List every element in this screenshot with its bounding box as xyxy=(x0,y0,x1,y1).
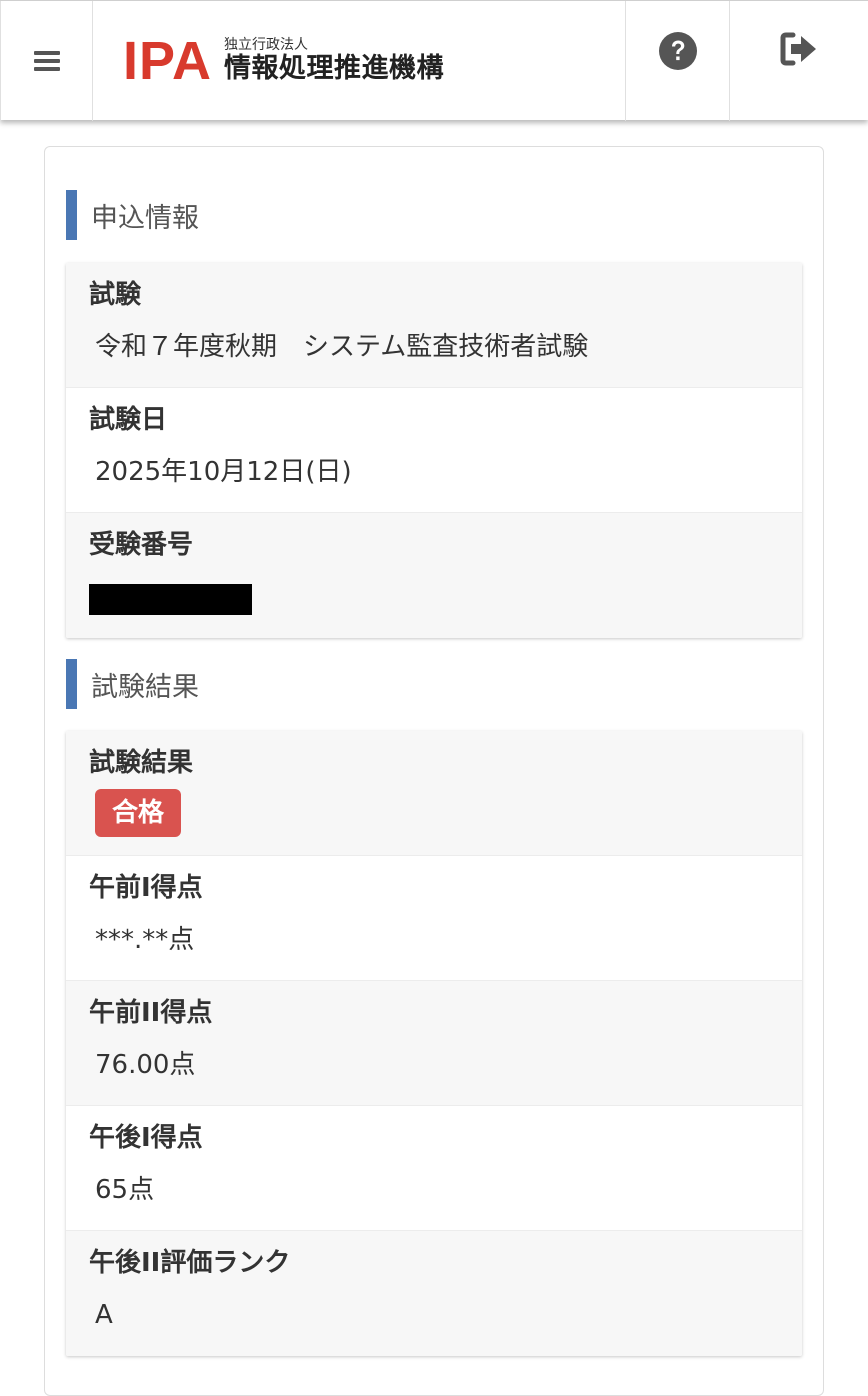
pass-badge: 合格 xyxy=(95,789,182,837)
logout-button[interactable] xyxy=(730,1,868,121)
exam-results-card: 試験結果 合格 午前I得点 ***.**点 午前II得点 76.00点 午後I得… xyxy=(66,731,802,1356)
am1-score-label: 午前I得点 xyxy=(89,873,203,903)
am2-score-value: 76.00点 xyxy=(95,1050,196,1080)
logo-mark: IPA xyxy=(123,31,213,91)
pm2-rank-value: A xyxy=(95,1300,113,1330)
top-navigation-bar: IPA 独立行政法人 情報処理推進機構 xyxy=(0,0,868,121)
examinee-number-label: 受験番号 xyxy=(89,530,194,560)
exam-results-heading: 試験結果 xyxy=(66,659,199,709)
result-label: 試験結果 xyxy=(89,748,194,778)
am1-score-value: ***.**点 xyxy=(95,925,195,955)
hamburger-menu-icon xyxy=(33,51,60,71)
sign-out-icon xyxy=(780,32,816,66)
pm2-rank-row: 午後II評価ランク A xyxy=(66,1231,802,1356)
ipa-logo: IPA 独立行政法人 情報処理推進機構 xyxy=(123,34,444,88)
pm2-rank-label: 午後II評価ランク xyxy=(89,1248,291,1278)
pm1-score-label: 午後I得点 xyxy=(89,1123,203,1153)
examinee-number-row: 受験番号 xyxy=(66,513,802,638)
exam-date-value: 2025年10月12日(日) xyxy=(95,457,352,487)
pm1-score-row: 午後I得点 65点 xyxy=(66,1106,802,1231)
exam-label: 試験 xyxy=(89,280,142,310)
pm1-score-value: 65点 xyxy=(95,1175,155,1205)
application-info-heading: 申込情報 xyxy=(66,190,199,240)
logo-title: 情報処理推進機構 xyxy=(224,53,445,85)
am1-score-row: 午前I得点 ***.**点 xyxy=(66,856,802,981)
help-button[interactable] xyxy=(626,1,730,121)
exam-date-label: 試験日 xyxy=(89,405,168,435)
logo-link[interactable]: IPA 独立行政法人 情報処理推進機構 xyxy=(93,1,626,121)
redacted-examinee-number xyxy=(89,584,252,615)
result-row: 試験結果 合格 xyxy=(66,731,802,856)
application-info-card: 試験 令和７年度秋期 システム監査技術者試験 試験日 2025年10月12日(日… xyxy=(66,263,802,638)
am2-score-label: 午前II得点 xyxy=(89,998,213,1028)
exam-value: 令和７年度秋期 システム監査技術者試験 xyxy=(95,332,589,362)
menu-button[interactable] xyxy=(0,1,93,121)
am2-score-row: 午前II得点 76.00点 xyxy=(66,981,802,1106)
question-circle-icon xyxy=(658,32,697,70)
logo-subtitle: 独立行政法人 xyxy=(224,36,309,53)
exam-date-row: 試験日 2025年10月12日(日) xyxy=(66,388,802,513)
exam-row: 試験 令和７年度秋期 システム監査技術者試験 xyxy=(66,263,802,388)
